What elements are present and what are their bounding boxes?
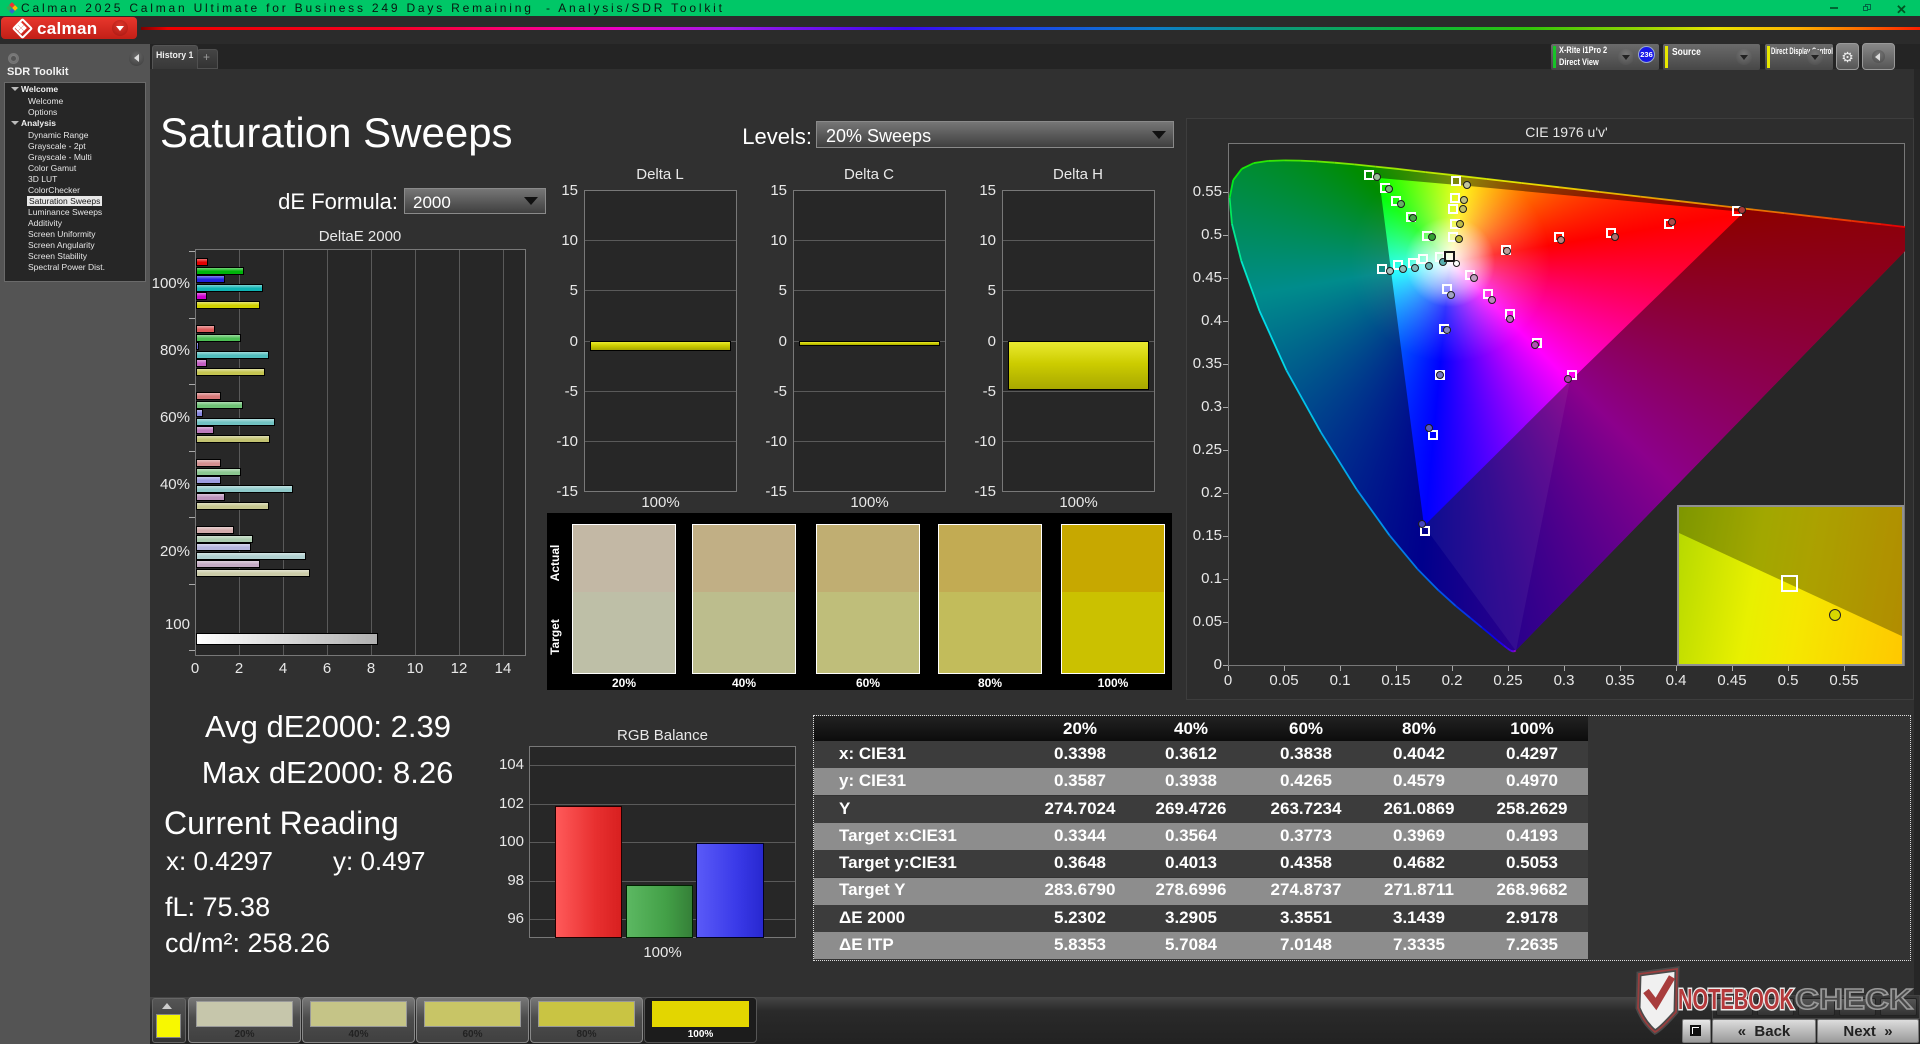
svg-text:NOTEBOOK: NOTEBOOK [1678, 984, 1794, 1016]
svg-text:CHECK: CHECK [1795, 984, 1913, 1016]
